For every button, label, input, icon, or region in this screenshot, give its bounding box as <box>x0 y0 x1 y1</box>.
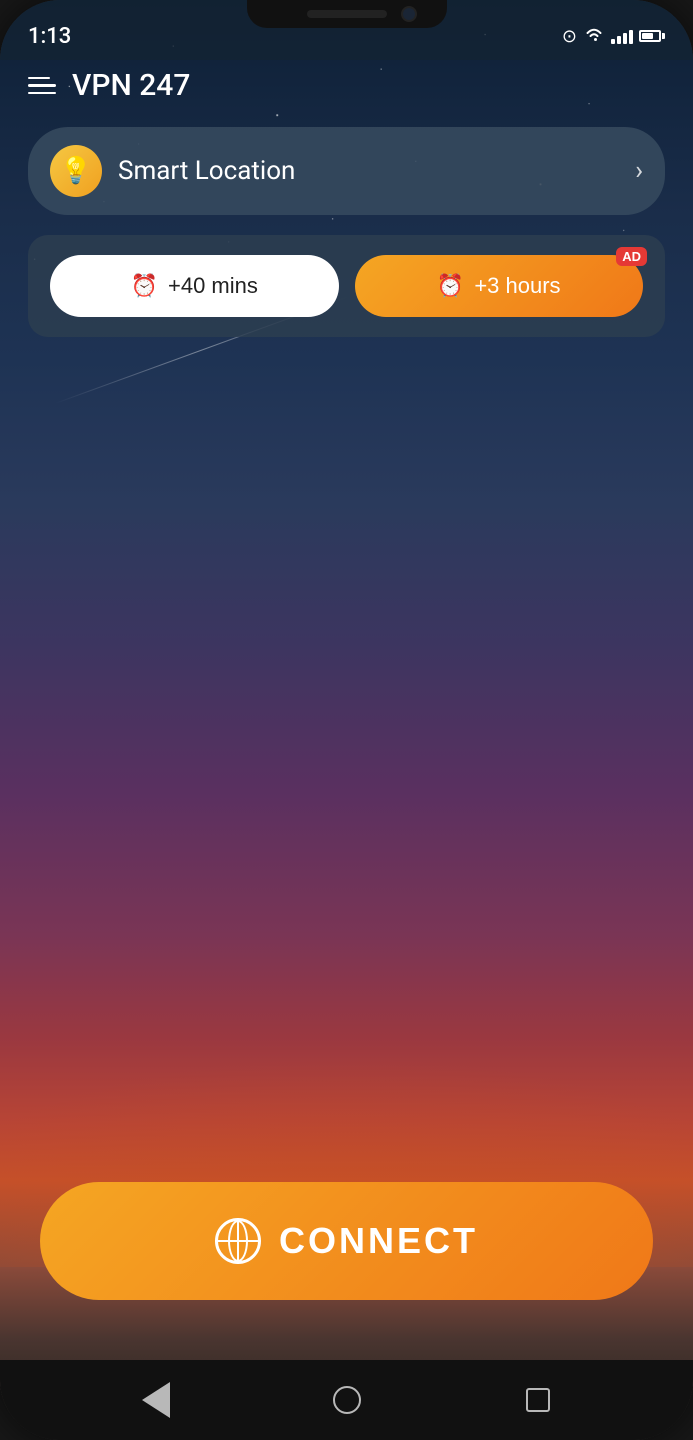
status-icons: ⊙ <box>562 26 665 47</box>
location-selector[interactable]: 💡 Smart Location › <box>28 127 665 215</box>
connect-label: CONNECT <box>279 1220 478 1262</box>
nav-back-icon <box>142 1382 170 1418</box>
app-title: VPN 247 <box>72 68 190 103</box>
nav-home-button[interactable] <box>329 1382 365 1418</box>
nav-bar <box>0 1360 693 1440</box>
globe-oval <box>228 1220 248 1262</box>
menu-line-1 <box>28 77 50 80</box>
signal-icon <box>611 28 633 44</box>
battery-icon <box>639 30 665 42</box>
menu-button[interactable] <box>28 77 56 95</box>
menu-line-2 <box>28 84 56 87</box>
timer-3hour-icon: ⏰ <box>437 273 464 299</box>
phone-screen: 1:13 ⊙ <box>0 0 693 1440</box>
location-arrow: › <box>635 156 643 186</box>
nav-back-button[interactable] <box>138 1382 174 1418</box>
nav-home-icon <box>333 1386 361 1414</box>
timer-40min-label: +40 mins <box>168 273 258 299</box>
notch <box>247 0 447 28</box>
menu-line-3 <box>28 92 56 95</box>
location-label: Smart Location <box>118 156 619 186</box>
notification-icon: ⊙ <box>562 26 577 47</box>
timer-section: ⏰ +40 mins AD ⏰ +3 hours <box>28 235 665 337</box>
spacer <box>0 337 693 1182</box>
connect-button[interactable]: CONNECT <box>40 1182 653 1300</box>
front-camera <box>401 6 417 22</box>
connect-area: CONNECT <box>0 1182 693 1360</box>
ad-badge: AD <box>616 247 647 266</box>
speaker <box>307 10 387 18</box>
location-icon-wrap: 💡 <box>50 145 102 197</box>
wifi-icon <box>583 26 605 46</box>
nav-recent-button[interactable] <box>520 1382 556 1418</box>
status-time: 1:13 <box>28 24 71 49</box>
timer-40min-button[interactable]: ⏰ +40 mins <box>50 255 339 317</box>
timer-3hour-label: +3 hours <box>474 273 560 299</box>
app-content: VPN 247 💡 Smart Location › ⏰ +40 mins AD… <box>0 0 693 1440</box>
nav-recent-icon <box>526 1388 550 1412</box>
location-icon: 💡 <box>60 156 92 186</box>
phone-device: 1:13 ⊙ <box>0 0 693 1440</box>
globe-icon <box>215 1218 261 1264</box>
timer-40min-icon: ⏰ <box>131 273 158 299</box>
timer-3hour-button[interactable]: AD ⏰ +3 hours <box>355 255 644 317</box>
